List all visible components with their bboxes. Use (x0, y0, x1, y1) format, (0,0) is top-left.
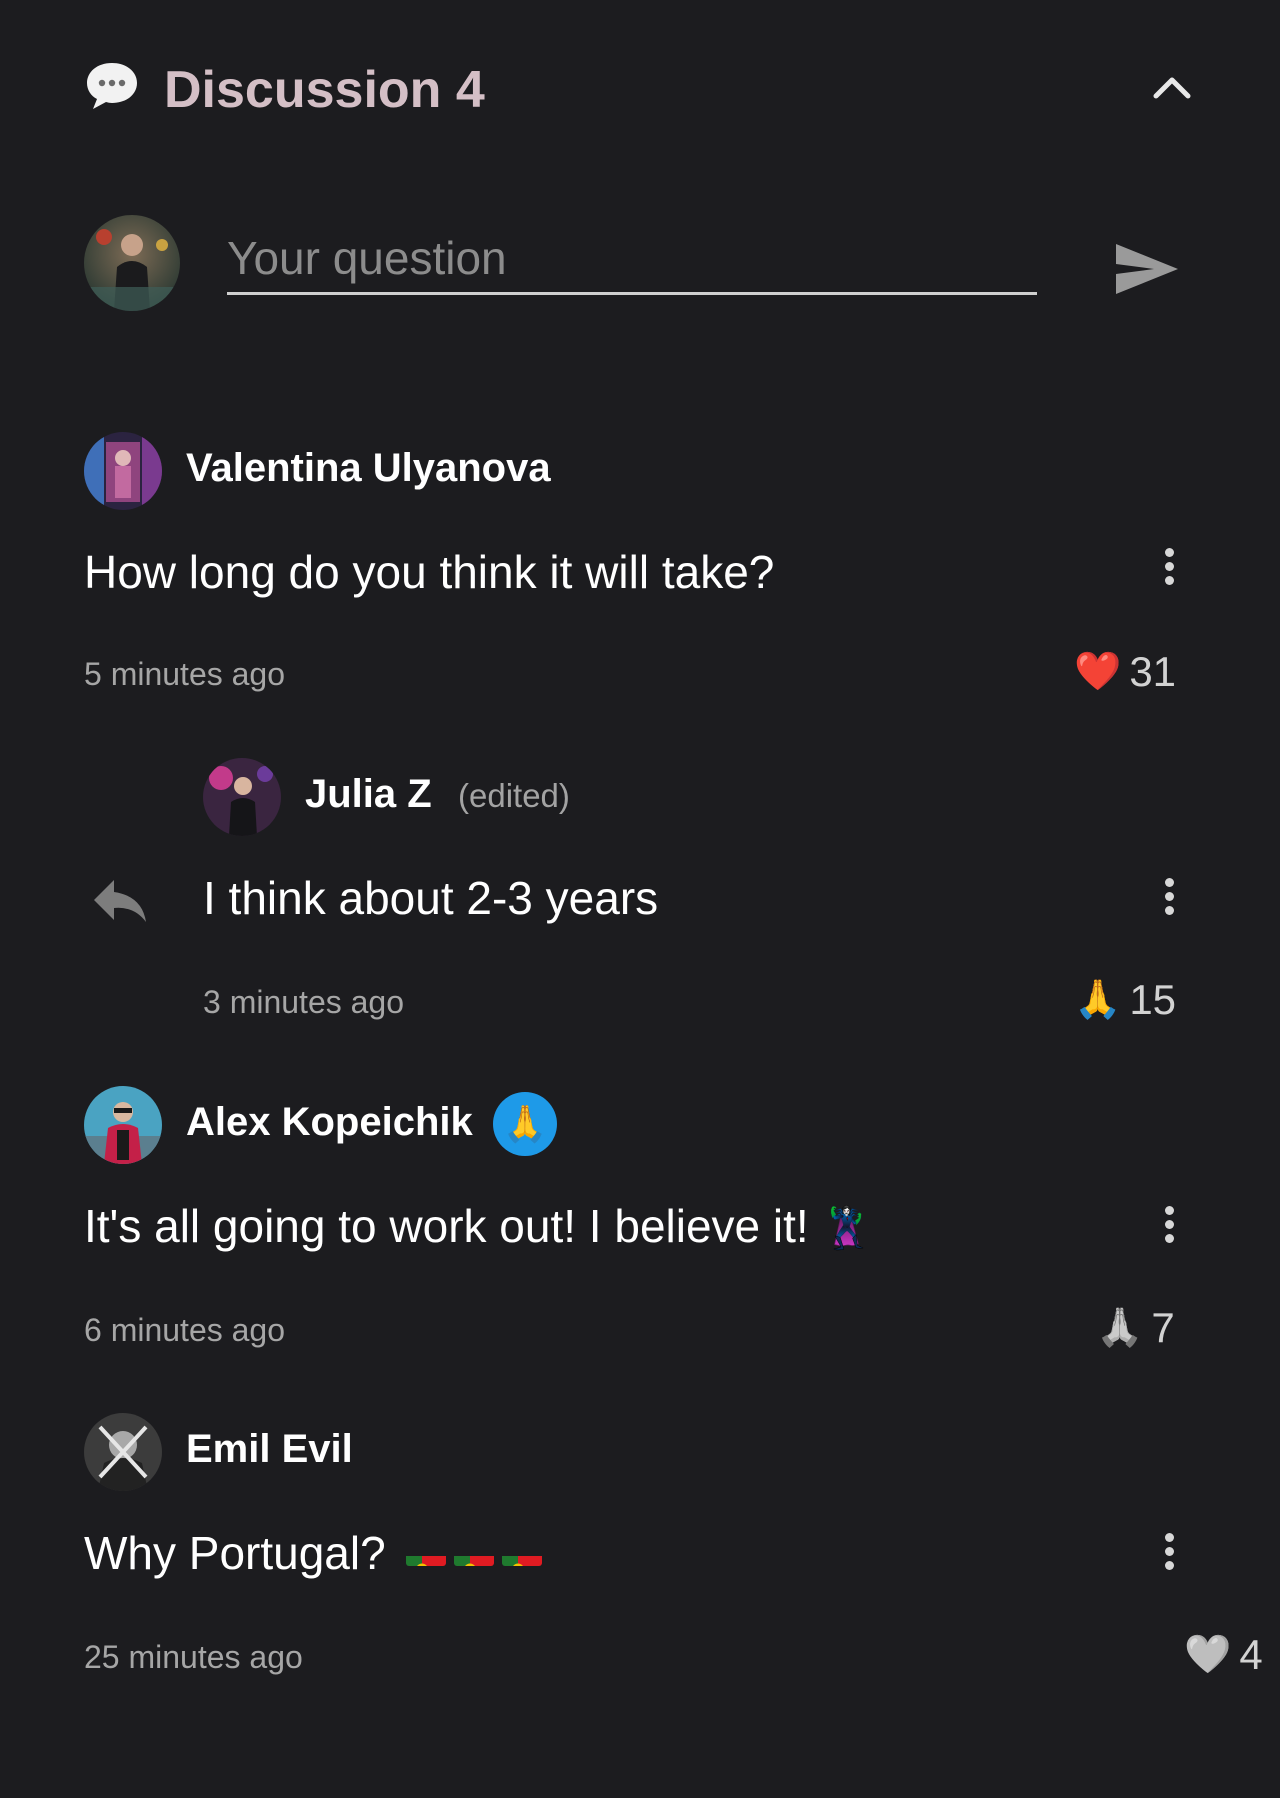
more-options-button[interactable] (1159, 1206, 1179, 1250)
comment-text: It's all going to work out! I believe it… (84, 1198, 871, 1257)
avatar[interactable] (203, 758, 281, 836)
portugal-flag-icon (454, 1539, 495, 1567)
avatar[interactable] (84, 1086, 162, 1164)
reaction-button[interactable]: 🤍 4 (1184, 1631, 1263, 1679)
comment-time: 25 minutes ago (84, 1639, 303, 1675)
reaction-button[interactable]: ❤️ 31 (1074, 648, 1176, 696)
text-emoji: 🦹‍♀️ (821, 1207, 872, 1251)
more-options-button[interactable] (1159, 878, 1179, 922)
portugal-flag-icon (502, 1539, 543, 1567)
current-user-avatar[interactable] (84, 215, 180, 311)
send-icon[interactable] (1114, 241, 1180, 297)
user-badge: 🙏 (493, 1092, 557, 1156)
reaction-count: 31 (1129, 648, 1177, 695)
comment-item: Alex Kopeichik 🙏 It's all going to work … (84, 1086, 1280, 1351)
comment-author[interactable]: Alex Kopeichik (186, 1098, 473, 1146)
speech-bubble-icon (87, 63, 137, 109)
portugal-flag-icon (406, 1539, 447, 1567)
comment-text: I think about 2-3 years (203, 872, 659, 924)
avatar[interactable] (84, 1413, 162, 1491)
reaction-button[interactable]: 🙏 7 (1096, 1304, 1175, 1352)
praying-hands-icon: 🙏 (1096, 1307, 1144, 1349)
more-options-button[interactable] (1159, 548, 1179, 592)
heart-icon: ❤️ (1074, 651, 1122, 693)
comment-author[interactable]: Valentina Ulyanova (186, 444, 551, 492)
praying-hands-icon: 🙏 (1074, 979, 1122, 1021)
more-options-button[interactable] (1159, 1533, 1179, 1577)
question-composer (84, 215, 1184, 315)
comment-item: Valentina Ulyanova How long do you think… (84, 432, 1280, 695)
discussion-header: Discussion 4 (84, 58, 1194, 119)
discussion-title: Discussion 4 (164, 61, 485, 119)
comment-text: Why Portugal? (84, 1525, 543, 1581)
comment-author[interactable]: Emil Evil (186, 1425, 353, 1473)
question-input[interactable] (227, 223, 1037, 295)
comment-author[interactable]: Julia Z (305, 770, 432, 818)
reaction-count: 15 (1129, 976, 1177, 1023)
reply-icon[interactable] (90, 876, 150, 926)
reply-item: Julia Z (edited) I think about 2-3 years… (84, 758, 1280, 1023)
reaction-count: 4 (1239, 1631, 1263, 1678)
comment-time: 3 minutes ago (203, 984, 405, 1020)
comment-time: 5 minutes ago (84, 656, 286, 692)
comment-item: Emil Evil Why Portugal? 25 minutes ago 🤍… (84, 1413, 1280, 1678)
comment-text-content: It's all going to work out! I believe it… (84, 1200, 809, 1252)
comment-text-content: Why Portugal? (84, 1527, 386, 1579)
reaction-button[interactable]: 🙏 15 (1074, 976, 1176, 1024)
comment-time: 6 minutes ago (84, 1312, 286, 1348)
reaction-count: 7 (1151, 1304, 1175, 1351)
comment-text: How long do you think it will take? (84, 546, 775, 598)
chevron-up-icon[interactable] (1150, 68, 1194, 108)
avatar[interactable] (84, 432, 162, 510)
edited-label: (edited) (458, 777, 570, 814)
white-heart-icon: 🤍 (1184, 1634, 1232, 1676)
